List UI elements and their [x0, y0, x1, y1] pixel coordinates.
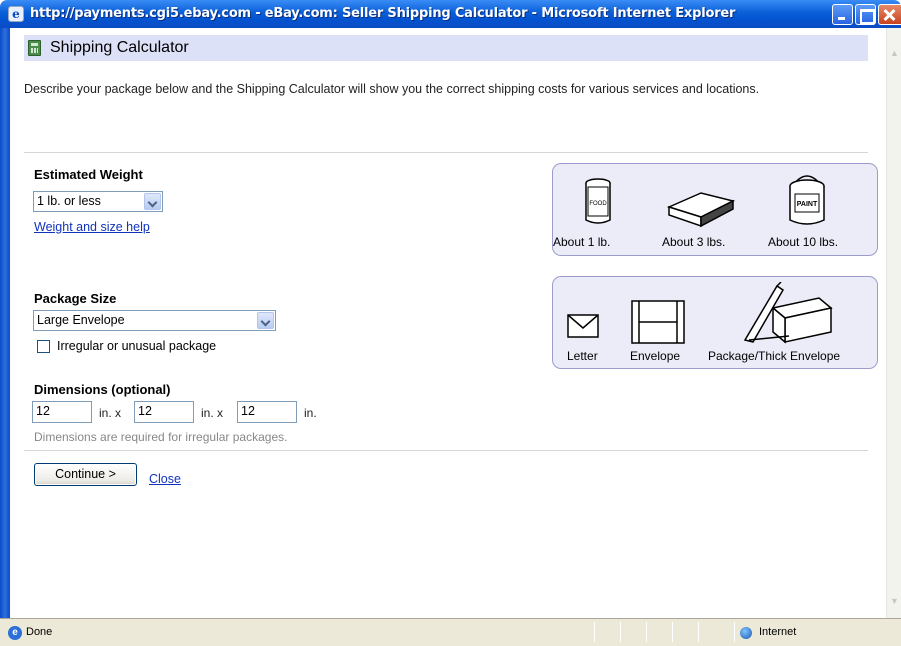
- close-window-button[interactable]: [878, 4, 901, 25]
- length-unit: in. x: [99, 406, 122, 420]
- irregular-package-checkbox[interactable]: [37, 340, 50, 353]
- package-size-label: Package Size: [34, 291, 117, 306]
- window-titlebar[interactable]: e http://payments.cgi5.ebay.com - eBay.c…: [0, 0, 901, 28]
- length-input[interactable]: 12: [32, 401, 92, 423]
- weight-example-10lbs: About 10 lbs.: [768, 235, 839, 249]
- internet-zone-icon: [740, 627, 752, 639]
- package-example-envelope: Envelope: [630, 349, 681, 363]
- weight-label: Estimated Weight: [34, 167, 143, 182]
- status-separator: [620, 622, 621, 642]
- chevron-down-icon[interactable]: [144, 193, 161, 210]
- ie-page-icon: e: [8, 626, 22, 640]
- paint-bucket-icon: PAINT: [789, 175, 825, 225]
- weight-example-3lbs: About 3 lbs.: [662, 235, 726, 249]
- close-link[interactable]: Close: [149, 472, 181, 486]
- package-size-select[interactable]: Large Envelope: [33, 310, 276, 331]
- food-can-icon: FOOD: [585, 178, 611, 224]
- window-title: http://payments.cgi5.ebay.com - eBay.com…: [30, 6, 736, 21]
- paint-bucket-text: PAINT: [797, 201, 818, 208]
- scroll-up-icon[interactable]: ▲: [889, 48, 900, 59]
- status-separator: [594, 622, 595, 642]
- maximize-button[interactable]: [855, 4, 876, 25]
- package-example-thick-envelope: Package/Thick Envelope: [708, 349, 841, 363]
- food-can-text: FOOD: [589, 201, 607, 207]
- width-unit: in. x: [201, 406, 224, 420]
- weight-examples-panel: FOOD PAINT About 1 lb. About 3 lbs. Abou…: [552, 163, 878, 256]
- envelope-icon: [631, 300, 685, 344]
- letter-icon: [567, 314, 599, 338]
- status-text: Done: [26, 626, 53, 638]
- divider: [24, 152, 868, 153]
- weight-example-1lb: About 1 lb.: [553, 235, 611, 249]
- irregular-package-label: Irregular or unusual package: [57, 339, 217, 353]
- security-zone-text: Internet: [759, 626, 797, 638]
- box-icon: [666, 192, 736, 228]
- page-heading-bar: Shipping Calculator: [24, 35, 868, 61]
- window-frame: [0, 28, 10, 618]
- height-unit: in.: [304, 406, 317, 420]
- continue-button[interactable]: Continue >: [34, 463, 137, 486]
- status-bar: e Done Internet: [0, 618, 901, 646]
- chevron-down-icon[interactable]: [257, 312, 274, 329]
- package-icon: [743, 282, 833, 344]
- height-input[interactable]: 12: [237, 401, 297, 423]
- minimize-button[interactable]: [832, 4, 853, 25]
- page-description: Describe your package below and the Ship…: [24, 82, 760, 96]
- status-separator: [734, 622, 735, 642]
- dimensions-label: Dimensions (optional): [34, 382, 171, 397]
- status-separator: [672, 622, 673, 642]
- ie-icon: e: [8, 6, 24, 22]
- page-title: Shipping Calculator: [50, 39, 189, 56]
- dimensions-hint: Dimensions are required for irregular pa…: [34, 430, 288, 444]
- weight-select-value: 1 lb. or less: [37, 194, 101, 208]
- status-separator: [698, 622, 699, 642]
- package-examples-panel: Letter Envelope Package/Thick Envelope: [552, 276, 878, 369]
- divider: [24, 450, 868, 451]
- calculator-icon: [28, 40, 41, 56]
- package-size-select-value: Large Envelope: [37, 313, 125, 327]
- weight-size-help-link[interactable]: Weight and size help: [34, 220, 150, 234]
- weight-select[interactable]: 1 lb. or less: [33, 191, 163, 212]
- width-input[interactable]: 12: [134, 401, 194, 423]
- package-example-letter: Letter: [567, 349, 598, 363]
- scroll-down-icon[interactable]: ▼: [889, 596, 900, 607]
- status-separator: [646, 622, 647, 642]
- vertical-scrollbar[interactable]: ▲ ▼: [886, 28, 901, 618]
